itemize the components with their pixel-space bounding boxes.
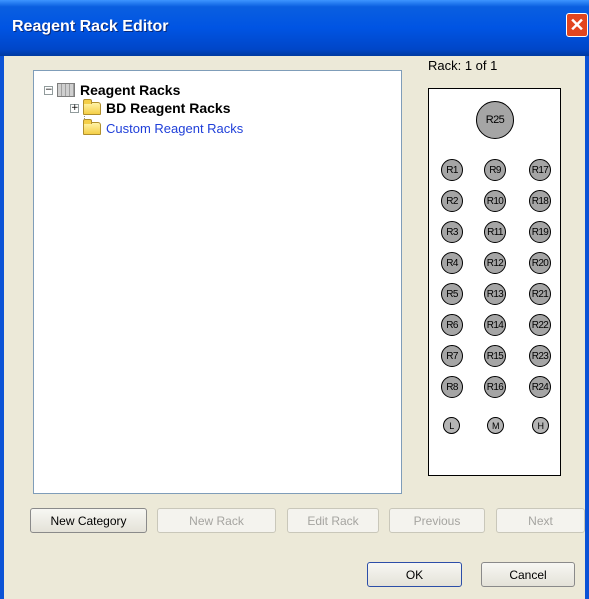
tree-node-reagent-racks[interactable]: − Reagent Racks (44, 81, 180, 99)
rack-icon (57, 83, 75, 97)
rack-position[interactable]: R4 (441, 252, 463, 274)
window-border-right (585, 56, 589, 599)
rack-position-r25[interactable]: R25 (476, 101, 514, 139)
rack-position[interactable]: R8 (441, 376, 463, 398)
rack-position[interactable]: R10 (484, 190, 506, 212)
rack-position[interactable]: R11 (484, 221, 506, 243)
close-icon: ✕ (569, 14, 585, 35)
dialog-window: Reagent Rack Editor ✕ − Reagent Racks + … (0, 0, 589, 599)
rack-page-label: Rack: 1 of 1 (428, 58, 498, 73)
collapse-icon[interactable]: − (44, 85, 53, 95)
rack-position[interactable]: R13 (484, 283, 506, 305)
expand-icon[interactable]: + (70, 103, 79, 113)
tree-node-label: Custom Reagent Racks (106, 120, 244, 136)
title-bar[interactable]: Reagent Rack Editor ✕ (0, 0, 589, 56)
close-button[interactable]: ✕ (566, 13, 588, 37)
tree-node-bd-reagent-racks[interactable]: + BD Reagent Racks (70, 98, 231, 117)
rack-position[interactable]: R17 (529, 159, 551, 181)
rack-position[interactable]: R3 (441, 221, 463, 243)
rack-position[interactable]: R5 (441, 283, 463, 305)
next-button[interactable]: Next (496, 508, 585, 533)
tree-node-label: BD Reagent Racks (106, 100, 231, 116)
rack-position[interactable]: R20 (529, 252, 551, 274)
rack-position[interactable]: R14 (484, 314, 506, 336)
tree-node-label: Reagent Racks (80, 82, 181, 98)
rack-position[interactable]: R7 (441, 345, 463, 367)
rack-position[interactable]: R9 (484, 159, 506, 181)
new-category-button[interactable]: New Category (30, 508, 147, 533)
rack-position[interactable]: R19 (529, 221, 551, 243)
rack-position[interactable]: R6 (441, 314, 463, 336)
rack-position-h[interactable]: H (532, 417, 549, 434)
rack-position[interactable]: R15 (484, 345, 506, 367)
new-rack-button[interactable]: New Rack (157, 508, 276, 533)
rack-position[interactable]: R2 (441, 190, 463, 212)
rack-position[interactable]: R22 (529, 314, 551, 336)
rack-position[interactable]: R1 (441, 159, 463, 181)
rack-position[interactable]: R23 (529, 345, 551, 367)
folder-icon (83, 118, 101, 135)
rack-position[interactable]: R21 (529, 283, 551, 305)
cancel-button[interactable]: Cancel (481, 562, 575, 587)
previous-button[interactable]: Previous (389, 508, 485, 533)
rack-diagram: R25 R1 R2 R3 R4 R5 R6 R7 R8 R9 R10 R11 R… (428, 88, 561, 476)
folder-icon (83, 98, 101, 115)
window-border-left (0, 56, 4, 599)
rack-position[interactable]: R16 (484, 376, 506, 398)
rack-position[interactable]: R24 (529, 376, 551, 398)
rack-position[interactable]: R12 (484, 252, 506, 274)
rack-position-m[interactable]: M (487, 417, 504, 434)
rack-position-l[interactable]: L (443, 417, 460, 434)
rack-tree-view[interactable]: − Reagent Racks + BD Reagent Racks Custo… (33, 70, 402, 494)
rack-position[interactable]: R18 (529, 190, 551, 212)
edit-rack-button[interactable]: Edit Rack (287, 508, 379, 533)
window-title: Reagent Rack Editor (12, 18, 169, 35)
tree-node-custom-reagent-racks[interactable]: Custom Reagent Racks (79, 118, 244, 137)
ok-button[interactable]: OK (367, 562, 462, 587)
